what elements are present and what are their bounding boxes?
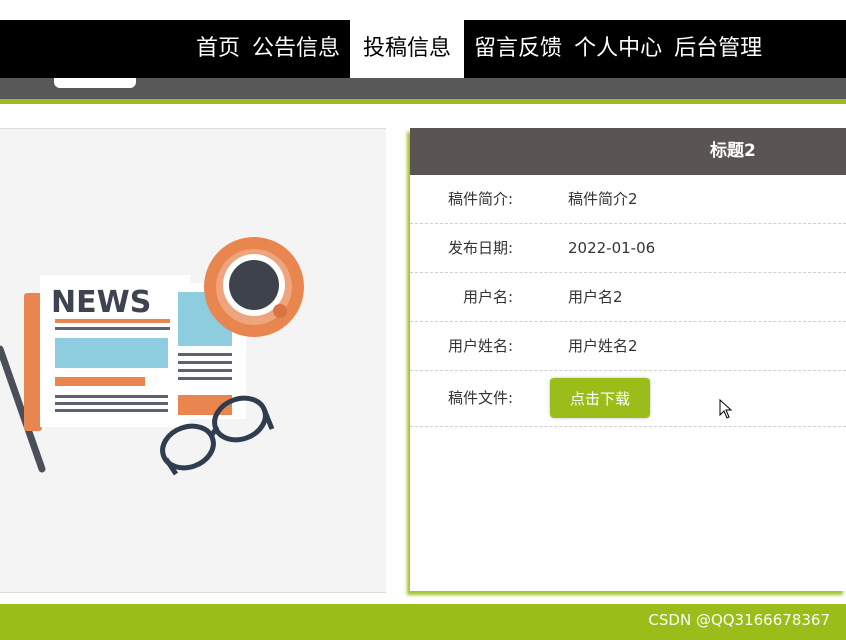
watermark-text: CSDN @QQ3166678367	[648, 611, 830, 629]
detail-row-date: 发布日期: 2022-01-06	[410, 224, 846, 273]
main-nav: 首页 公告信息 投稿信息 留言反馈 个人中心 后台管理	[190, 20, 768, 78]
detail-row-summary: 稿件简介: 稿件简介2	[410, 175, 846, 224]
detail-row-file: 稿件文件: 点击下载	[410, 371, 846, 427]
realname-value: 用户姓名2	[568, 337, 638, 355]
newspaper-coffee-glasses-illustration: NEWS	[0, 237, 304, 476]
detail-title: 标题2	[410, 128, 846, 175]
nav-item-announcements[interactable]: 公告信息	[246, 20, 346, 78]
summary-label: 稿件简介:	[447, 190, 513, 208]
nav-item-submissions[interactable]: 投稿信息	[350, 20, 465, 78]
username-label: 用户名:	[462, 288, 513, 306]
summary-value: 稿件简介2	[568, 190, 638, 208]
date-value: 2022-01-06	[568, 239, 656, 257]
submission-image: NEWS	[0, 128, 386, 593]
mouse-cursor-icon	[719, 399, 733, 419]
news-text: NEWS	[51, 285, 151, 320]
accent-divider	[0, 99, 846, 104]
nav-item-home[interactable]: 首页	[190, 20, 246, 78]
detail-row-username: 用户名: 用户名2	[410, 273, 846, 322]
realname-label: 用户姓名:	[447, 337, 513, 355]
nav-item-feedback[interactable]: 留言反馈	[468, 20, 568, 78]
nav-item-profile[interactable]: 个人中心	[568, 20, 668, 78]
date-label: 发布日期:	[447, 239, 513, 257]
top-navbar: 首页 公告信息 投稿信息 留言反馈 个人中心 后台管理	[0, 20, 846, 78]
username-value: 用户名2	[568, 288, 623, 306]
submission-detail-card: 标题2 稿件简介: 稿件简介2 发布日期: 2022-01-06 用户名: 用户…	[410, 128, 846, 591]
sub-header-tab	[54, 78, 136, 88]
file-label: 稿件文件:	[447, 389, 513, 407]
nav-item-admin[interactable]: 后台管理	[668, 20, 768, 78]
detail-row-realname: 用户姓名: 用户姓名2	[410, 322, 846, 371]
download-button[interactable]: 点击下载	[550, 378, 650, 418]
